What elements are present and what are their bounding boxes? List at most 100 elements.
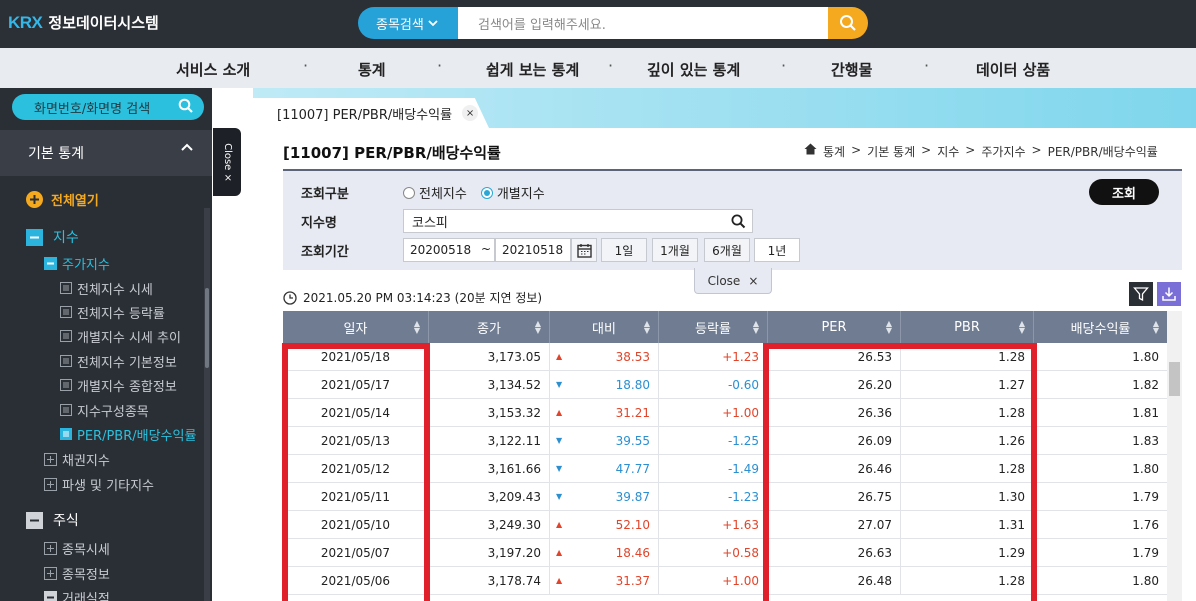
search-icon[interactable] — [178, 98, 194, 114]
document-icon — [60, 306, 72, 318]
breadcrumb-separator: > — [851, 143, 862, 157]
nav-item-service[interactable]: 서비스 소개 — [176, 59, 250, 80]
home-icon[interactable] — [804, 143, 817, 155]
tree-item-bond-index[interactable]: 채권지수 — [44, 448, 110, 470]
nav-item-stats[interactable]: 통계 — [358, 59, 386, 80]
cell-text: 31.37 — [615, 574, 650, 588]
cell-text: -1.49 — [727, 462, 759, 476]
cell-close: 3,197.20 — [429, 539, 550, 567]
column-header-close[interactable]: 종가 ▲ ▼ — [429, 311, 550, 343]
tab-per-pbr[interactable]: [11007] PER/PBR/배당수익률 × — [253, 98, 489, 128]
top-bar: KRX 정보데이터시스템 종목검색 검색어를 입력해주세요. — [0, 0, 1196, 48]
period-6m-button[interactable]: 6개월 — [704, 238, 750, 262]
period-label-text: 1일 — [614, 243, 634, 258]
tree-item-label: 거래실적 — [62, 591, 110, 601]
column-header-date[interactable]: 일자 ▲ ▼ — [283, 311, 429, 343]
sidebar-scrollbar[interactable] — [204, 208, 210, 601]
logo-mark: KRX — [8, 12, 43, 32]
plus-box-icon — [44, 566, 57, 580]
tree-item-derivative-index[interactable]: 파생 및 기타지수 — [44, 473, 154, 495]
cell-text: 3,197.20 — [487, 546, 541, 560]
tree-item-stock-info[interactable]: 종목정보 — [44, 562, 110, 584]
search-button[interactable] — [828, 7, 868, 39]
radio-circle — [403, 186, 415, 199]
tree-item-stock-price[interactable]: 종목시세 — [44, 537, 110, 559]
logo[interactable]: KRX 정보데이터시스템 — [8, 12, 159, 33]
query-type-label: 조회구분 — [301, 187, 349, 202]
cell-change: ▼ 47.77 — [550, 455, 659, 483]
search-category-select[interactable]: 종목검색 — [358, 7, 458, 39]
chevron-down-icon — [428, 20, 438, 27]
tree-item-single-index-trend[interactable]: 개별지수 시세 추이 — [60, 325, 181, 347]
document-icon — [60, 379, 72, 391]
table-scrollbar-thumb[interactable] — [1169, 362, 1180, 396]
main-nav: 서비스 소개 · 통계 · 쉽게 보는 통계 · 깊이 있는 통계 · 간행물 … — [0, 48, 1196, 88]
index-name-label: 지수명 — [301, 216, 337, 231]
tree-item-all-index-info[interactable]: 전체지수 기본정보 — [60, 350, 177, 372]
tree-item-label: 지수구성종목 — [77, 404, 149, 420]
nav-item-easy-stats[interactable]: 쉽게 보는 통계 — [486, 59, 579, 80]
download-button[interactable] — [1157, 282, 1181, 306]
cell-text: 1.81 — [1132, 406, 1159, 420]
sidebar-scrollbar-thumb[interactable] — [205, 288, 209, 368]
tree-item-single-index-summary[interactable]: 개별지수 종합정보 — [60, 374, 177, 396]
clock-icon — [283, 290, 297, 305]
tree-item-index-constituents[interactable]: 지수구성종목 — [60, 399, 149, 421]
tree-item-per-pbr[interactable]: PER/PBR/배당수익률 — [60, 423, 196, 445]
radio-all-index[interactable]: 전체지수 — [403, 183, 467, 202]
highlight-box-per-pbr — [763, 343, 1037, 601]
search-icon[interactable] — [731, 214, 746, 229]
close-icon[interactable]: × — [462, 105, 479, 121]
nav-item-publications[interactable]: 간행물 — [831, 59, 872, 80]
arrow-up-icon: ▲ — [556, 576, 563, 585]
period-1d-button[interactable]: 1일 — [601, 238, 647, 262]
breadcrumb-item[interactable]: PER/PBR/배당수익률 — [1048, 143, 1158, 160]
tree-item-all-index-price[interactable]: 전체지수 시세 — [60, 277, 153, 299]
nav-separator: · — [924, 56, 930, 75]
query-submit-button[interactable]: 조회 — [1089, 179, 1159, 205]
tree-item-label: 전체지수 기본정보 — [77, 355, 177, 371]
column-header-rate[interactable]: 등락률 ▲ ▼ — [659, 311, 768, 343]
chevron-up-icon — [181, 143, 193, 151]
column-header-label: 등락률 — [695, 321, 731, 337]
tree-item-index[interactable]: 지수 — [26, 226, 79, 248]
tree-item-stocks[interactable]: 주식 — [26, 509, 79, 531]
nav-item-data-products[interactable]: 데이터 상품 — [976, 59, 1050, 80]
column-header-per[interactable]: PER ▲ ▼ — [768, 311, 901, 343]
sort-icon: ▲ ▼ — [534, 319, 541, 335]
calendar-button[interactable] — [571, 238, 597, 262]
table-scrollbar[interactable] — [1167, 311, 1182, 601]
breadcrumb-item[interactable]: 기본 통계 — [867, 143, 915, 160]
tree-item-stock-index[interactable]: 주가지수 — [44, 252, 110, 274]
sidebar-section-header[interactable]: 기본 통계 — [0, 130, 212, 176]
cell-dividend-yield: 1.83 — [1034, 427, 1167, 455]
period-1y-button[interactable]: 1년 — [754, 238, 800, 262]
sidebar-search-input[interactable]: 화면번호/화면명 검색 — [12, 94, 204, 120]
index-name-input[interactable]: 코스피 — [403, 209, 753, 233]
download-icon — [1162, 287, 1176, 301]
column-header-change[interactable]: 대비 ▲ ▼ — [550, 311, 659, 343]
period-1m-button[interactable]: 1개월 — [652, 238, 698, 262]
tree-item-trading[interactable]: 거래실적 — [44, 586, 110, 601]
breadcrumb-item[interactable]: 주가지수 — [981, 143, 1025, 160]
sidebar-search-placeholder: 화면번호/화면명 검색 — [34, 101, 151, 117]
cell-change: ▼ 39.87 — [550, 483, 659, 511]
radio-single-index[interactable]: 개별지수 — [480, 183, 545, 202]
minus-box-icon — [26, 228, 43, 246]
column-header-pbr[interactable]: PBR ▲ ▼ — [901, 311, 1034, 343]
expand-all-button[interactable]: 전체열기 — [26, 188, 99, 210]
end-date-input[interactable]: 20210518 — [495, 238, 571, 262]
cell-text: 52.10 — [615, 518, 650, 532]
column-header-dividend-yield[interactable]: 배당수익률 ▲ ▼ — [1034, 311, 1167, 343]
query-panel-close-button[interactable]: Close × — [694, 268, 772, 294]
nav-item-deep-stats[interactable]: 깊이 있는 통계 — [647, 59, 740, 80]
tree-item-all-index-rate[interactable]: 전체지수 등락률 — [60, 301, 165, 323]
breadcrumb-item[interactable]: 통계 — [823, 143, 845, 160]
column-header-label: PER — [821, 319, 847, 335]
search-input[interactable]: 검색어를 입력해주세요. — [458, 7, 830, 39]
sidebar-close-button[interactable]: Close × — [213, 128, 241, 196]
filter-button[interactable] — [1129, 282, 1153, 306]
cell-dividend-yield: 1.76 — [1034, 511, 1167, 539]
query-panel: 조회구분 전체지수 개별지수 지수명 코스피 조회기간 20200518 ~ 2… — [283, 169, 1182, 270]
breadcrumb-item[interactable]: 지수 — [937, 143, 959, 160]
